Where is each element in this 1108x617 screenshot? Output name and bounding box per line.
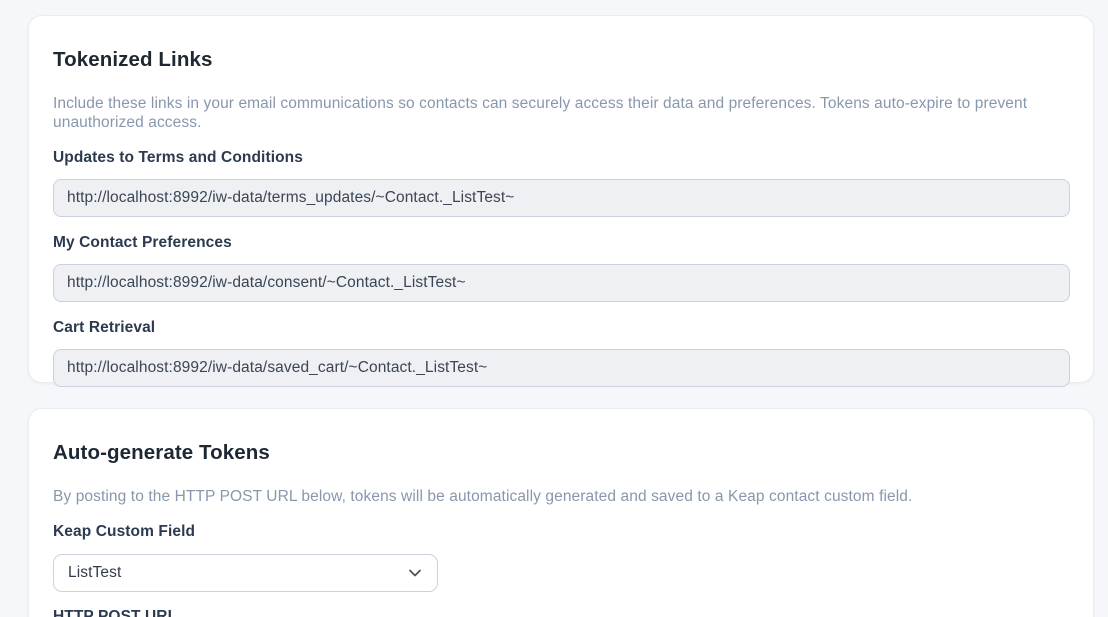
auto-generate-tokens-title: Auto-generate Tokens bbox=[53, 441, 1069, 466]
cart-retrieval-label: Cart Retrieval bbox=[53, 319, 1069, 337]
terms-updates-label: Updates to Terms and Conditions bbox=[53, 149, 1069, 167]
auto-generate-tokens-description: By posting to the HTTP POST URL below, t… bbox=[53, 487, 1069, 506]
tokenized-links-card: Tokenized Links Include these links in y… bbox=[28, 15, 1094, 383]
cart-retrieval-url-input[interactable] bbox=[53, 349, 1070, 387]
terms-updates-field-group: Updates to Terms and Conditions bbox=[53, 149, 1069, 217]
contact-preferences-label: My Contact Preferences bbox=[53, 234, 1069, 252]
contact-preferences-url-input[interactable] bbox=[53, 264, 1070, 302]
keap-custom-field-group: Keap Custom Field ListTest bbox=[53, 523, 1069, 592]
http-post-url-label: HTTP POST URL bbox=[53, 608, 1069, 617]
terms-updates-url-input[interactable] bbox=[53, 179, 1070, 217]
cart-retrieval-field-group: Cart Retrieval bbox=[53, 319, 1069, 387]
keap-custom-field-label: Keap Custom Field bbox=[53, 523, 1069, 541]
tokenized-links-description: Include these links in your email commun… bbox=[53, 94, 1069, 133]
keap-custom-field-selected-value: ListTest bbox=[68, 564, 121, 582]
page: Tokenized Links Include these links in y… bbox=[0, 0, 1108, 617]
keap-custom-field-select[interactable]: ListTest bbox=[53, 554, 438, 592]
contact-preferences-field-group: My Contact Preferences bbox=[53, 234, 1069, 302]
chevron-down-icon bbox=[407, 565, 423, 581]
auto-generate-tokens-card: Auto-generate Tokens By posting to the H… bbox=[28, 408, 1094, 617]
tokenized-links-title: Tokenized Links bbox=[53, 48, 1069, 73]
